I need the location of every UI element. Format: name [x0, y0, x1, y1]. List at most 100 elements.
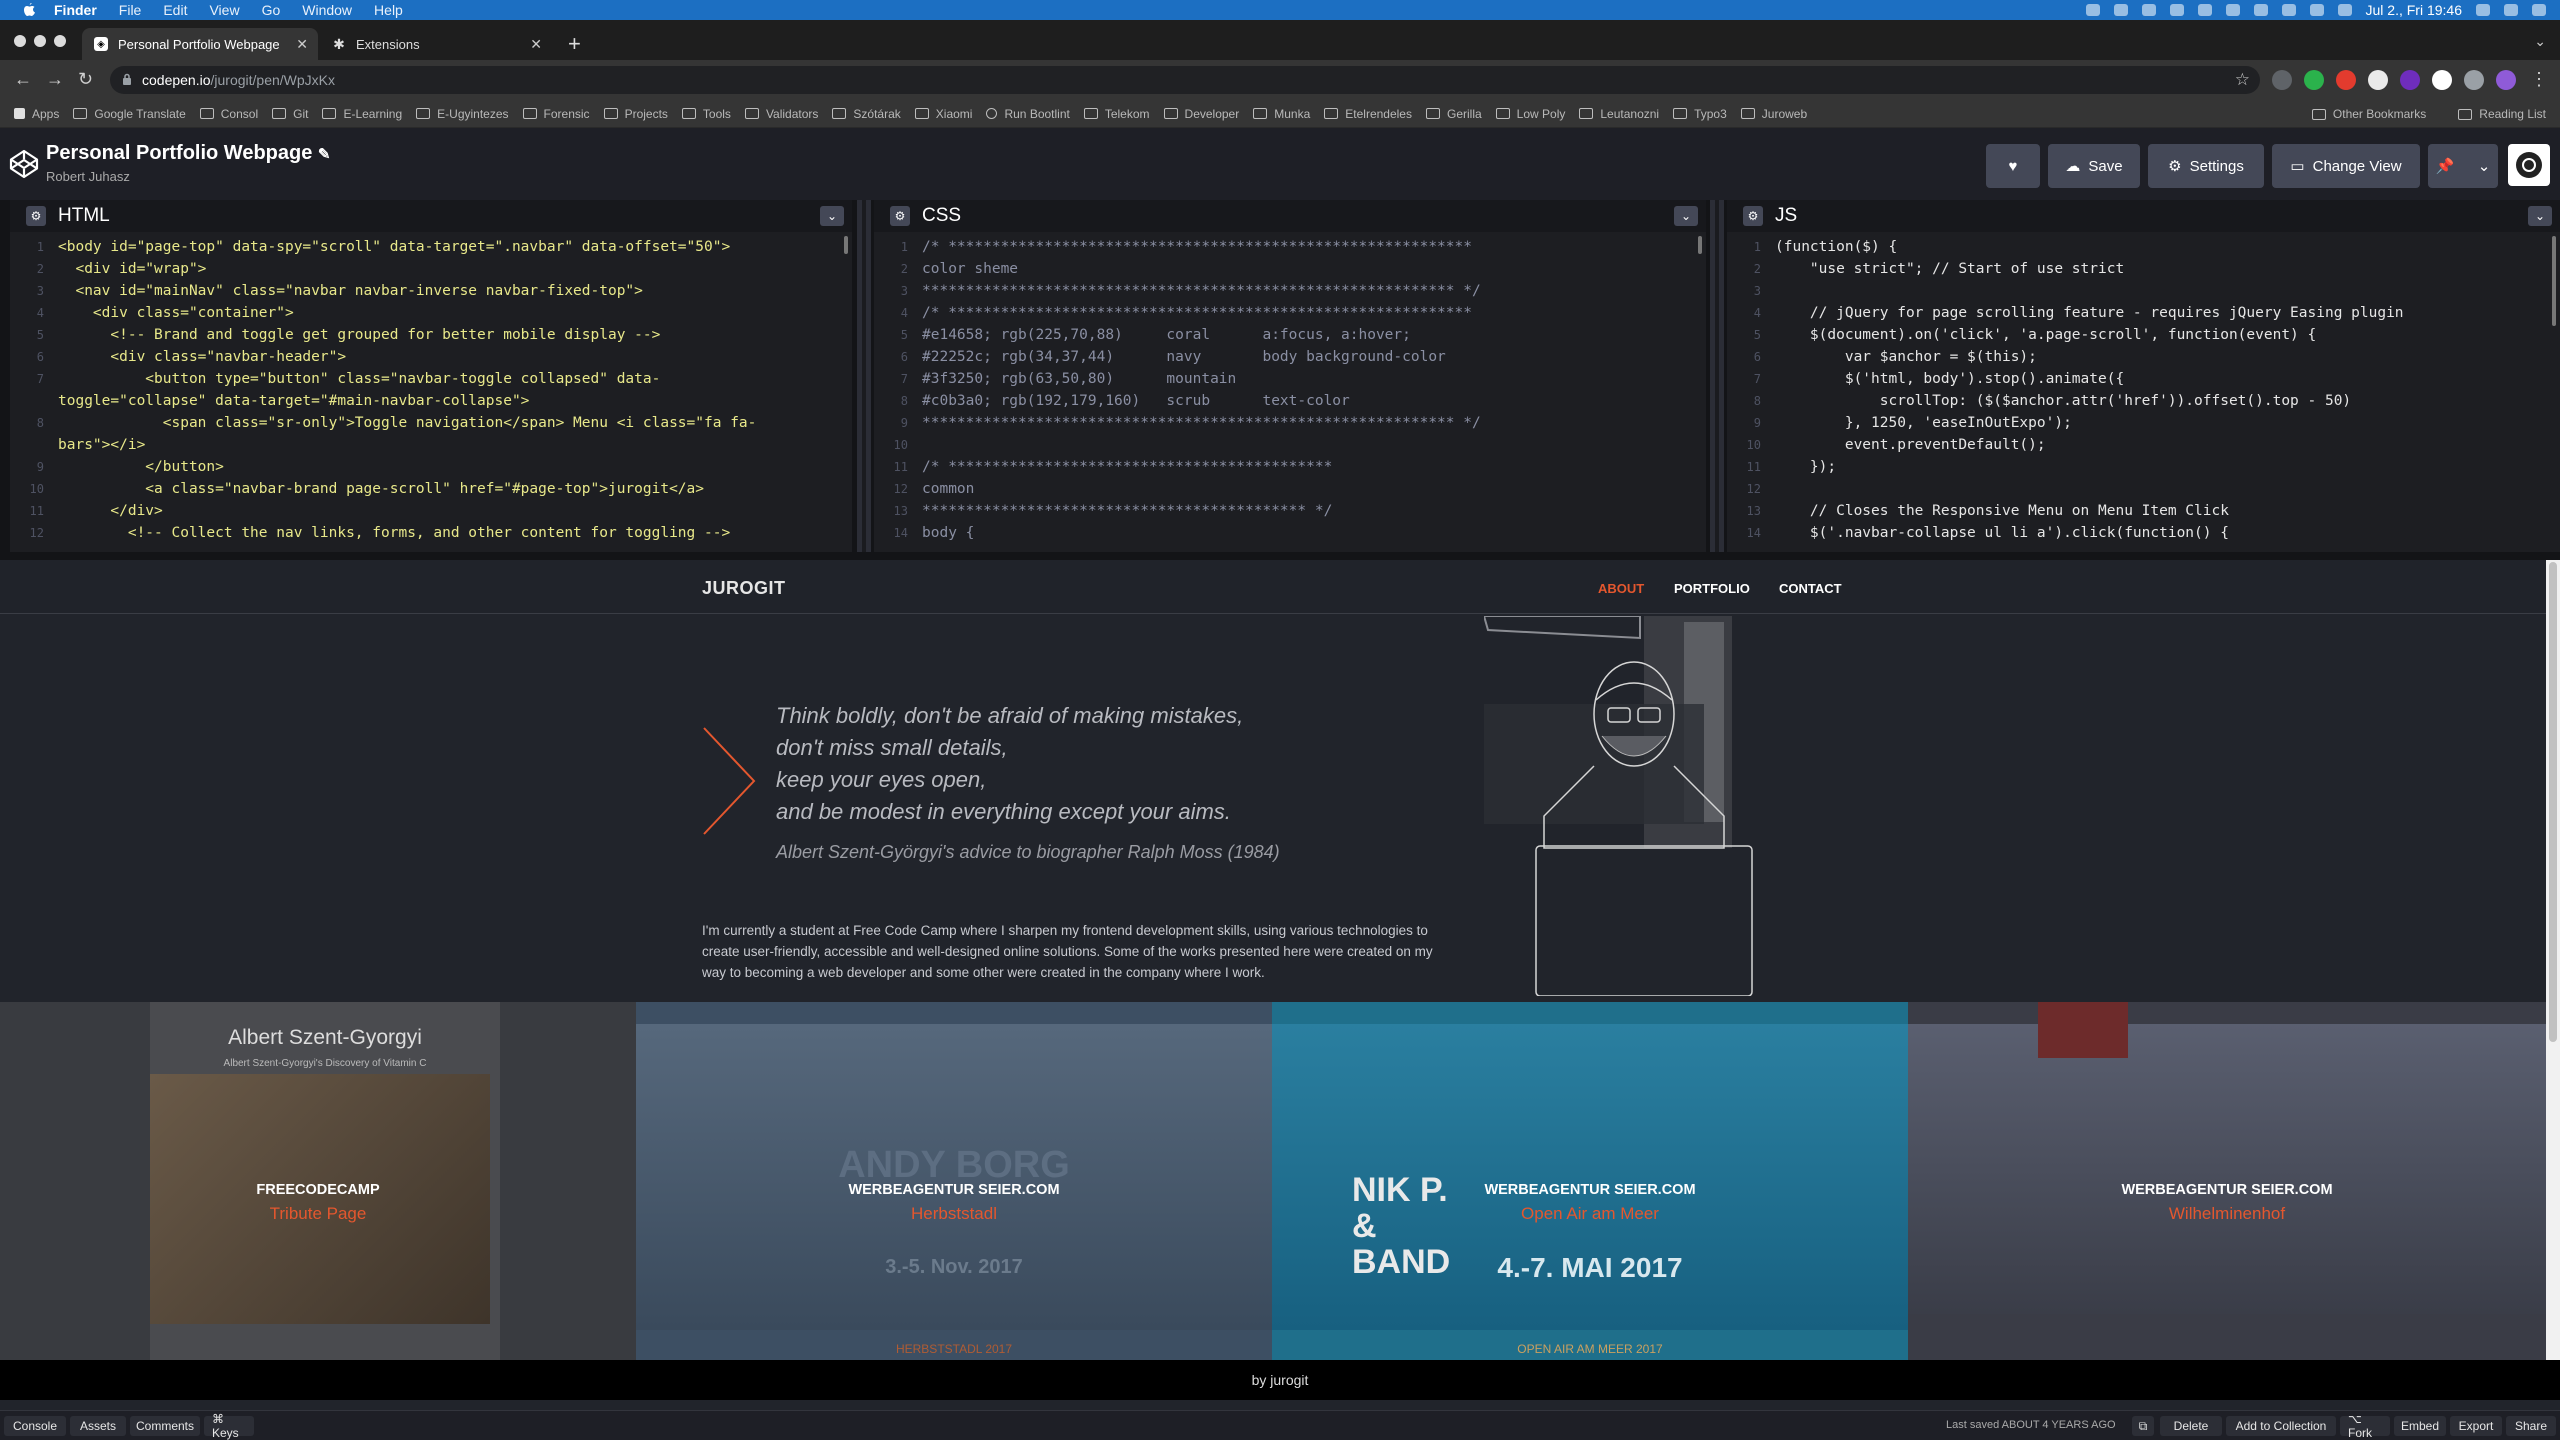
- menu-help[interactable]: Help: [374, 2, 403, 18]
- code-line[interactable]: 2 <div id="wrap">: [10, 258, 852, 280]
- code-line[interactable]: 3 <nav id="mainNav" class="navbar navbar…: [10, 280, 852, 302]
- code-line[interactable]: 11 </div>: [10, 500, 852, 522]
- user-avatar[interactable]: [2508, 144, 2550, 186]
- code-line[interactable]: 9 }, 1250, 'easeInOutExpo');: [1727, 412, 2560, 434]
- pin-button[interactable]: 📌 ⌄: [2428, 144, 2498, 188]
- code-line[interactable]: 2 color sheme: [874, 258, 1706, 280]
- browser-tab[interactable]: ✱ Extensions ✕: [320, 28, 552, 60]
- code-line[interactable]: 8 <span class="sr-only">Toggle navigatio…: [10, 412, 852, 434]
- nav-portfolio[interactable]: PORTFOLIO: [1674, 581, 1750, 596]
- forward-button[interactable]: →: [46, 70, 64, 88]
- nav-about[interactable]: ABOUT: [1598, 581, 1644, 596]
- new-tab-button[interactable]: +: [568, 33, 581, 55]
- code-line[interactable]: 4 /* ************************************…: [874, 302, 1706, 324]
- pane-resize-handle[interactable]: [857, 200, 871, 552]
- code-line[interactable]: 1 /* ************************************…: [874, 236, 1706, 258]
- code-line[interactable]: toggle="collapse" data-target="#main-nav…: [10, 390, 852, 412]
- other-bookmarks[interactable]: Other Bookmarks: [2311, 107, 2426, 121]
- code-line[interactable]: 3 ***************************************…: [874, 280, 1706, 302]
- extension-icon[interactable]: [2432, 70, 2452, 90]
- bookmark-folder[interactable]: E-Learning: [322, 107, 402, 121]
- status-tray-icon[interactable]: [2197, 4, 2212, 16]
- menu-go[interactable]: Go: [262, 2, 281, 18]
- status-tray-icon[interactable]: [2169, 4, 2184, 16]
- control-center-icon[interactable]: [2532, 4, 2546, 16]
- embed-button[interactable]: Embed: [2394, 1416, 2446, 1436]
- bookmark-folder[interactable]: Low Poly: [1495, 107, 1565, 121]
- menubar-clock[interactable]: Jul 2., Fri 19:46: [2366, 2, 2463, 18]
- code-line[interactable]: 1 (function($) {: [1727, 236, 2560, 258]
- codepen-logo-icon[interactable]: [8, 148, 40, 180]
- tab-close-icon[interactable]: ✕: [530, 36, 542, 53]
- menu-finder[interactable]: Finder: [54, 2, 97, 18]
- bookmark-folder[interactable]: Juroweb: [1740, 107, 1807, 121]
- bookmark-star-icon[interactable]: ☆: [2235, 70, 2250, 90]
- code-line[interactable]: 9 ***************************************…: [874, 412, 1706, 434]
- bookmark-folder[interactable]: E-Ugyintezes: [416, 107, 509, 121]
- browser-menu-icon[interactable]: ⋮: [2530, 70, 2548, 88]
- code-line[interactable]: 6 #22252c; rgb(34,37,44) navy body backgr…: [874, 346, 1706, 368]
- js-editor[interactable]: ⚙ JS ⌄ 1 (function($) {2 "use strict"; //…: [1727, 200, 2560, 552]
- delete-button[interactable]: Delete: [2160, 1416, 2222, 1436]
- menu-file[interactable]: File: [119, 2, 142, 18]
- lock-icon[interactable]: [122, 73, 132, 91]
- code-area[interactable]: 1 <body id="page-top" data-spy="scroll" d…: [10, 236, 852, 552]
- code-line[interactable]: 4 // jQuery for page scrolling feature -…: [1727, 302, 2560, 324]
- extension-icon[interactable]: [2368, 70, 2388, 90]
- code-line[interactable]: 9 </button>: [10, 456, 852, 478]
- share-button[interactable]: Share: [2506, 1416, 2556, 1436]
- code-line[interactable]: 5 <!-- Brand and toggle get grouped for …: [10, 324, 852, 346]
- preview-scrollbar[interactable]: [2546, 560, 2560, 1360]
- editor-settings-gear-icon[interactable]: ⚙: [26, 206, 46, 226]
- code-line[interactable]: 11 });: [1727, 456, 2560, 478]
- code-line[interactable]: 12: [1727, 478, 2560, 500]
- bookmark-folder[interactable]: Git: [272, 107, 308, 121]
- code-line[interactable]: 12 <!-- Collect the nav links, forms, an…: [10, 522, 852, 544]
- chevron-down-icon[interactable]: ⌄: [820, 206, 844, 226]
- siri-icon[interactable]: [2504, 4, 2518, 16]
- code-line[interactable]: 11 /* ***********************************…: [874, 456, 1706, 478]
- code-line[interactable]: 14 body {: [874, 522, 1706, 544]
- open-in-new-icon[interactable]: ⧉: [2132, 1416, 2154, 1436]
- edit-pencil-icon[interactable]: ✎: [318, 146, 331, 163]
- editor-settings-gear-icon[interactable]: ⚙: [1743, 206, 1763, 226]
- nav-contact[interactable]: CONTACT: [1779, 581, 1842, 596]
- code-line[interactable]: 14 $('.navbar-collapse ul li a').click(f…: [1727, 522, 2560, 544]
- bookmark-folder[interactable]: Etelrendeles: [1324, 107, 1412, 121]
- flag-icon[interactable]: [2337, 4, 2352, 16]
- chevron-down-icon[interactable]: ⌄: [1674, 206, 1698, 226]
- code-line[interactable]: 2 "use strict"; // Start of use strict: [1727, 258, 2560, 280]
- battery-icon[interactable]: [2309, 4, 2324, 16]
- save-button[interactable]: ☁ Save: [2048, 144, 2140, 188]
- code-line[interactable]: 10 event.preventDefault();: [1727, 434, 2560, 456]
- code-line[interactable]: 8 scrollTop: ($($anchor.attr('href')).of…: [1727, 390, 2560, 412]
- portfolio-tile[interactable]: WERBEAGENTUR SEIER.COM Wilhelminenhof: [1908, 1002, 2546, 1360]
- code-line[interactable]: 3: [1727, 280, 2560, 302]
- bookmark-folder[interactable]: Munka: [1253, 107, 1310, 121]
- volume-icon[interactable]: [2281, 4, 2296, 16]
- extension-icon[interactable]: [2400, 70, 2420, 90]
- heart-button[interactable]: ♥: [1986, 144, 2040, 188]
- editor-scrollbar[interactable]: [1698, 236, 1702, 254]
- bookmark-folder[interactable]: Forensic: [522, 107, 590, 121]
- bookmark-folder[interactable]: Projects: [603, 107, 668, 121]
- code-line[interactable]: 1 <body id="page-top" data-spy="scroll" d…: [10, 236, 852, 258]
- portfolio-tile[interactable]: Albert Szent-Gyorgyi Albert Szent-Gyorgy…: [0, 1002, 636, 1360]
- fork-button[interactable]: ⌥ Fork: [2340, 1412, 2390, 1440]
- extension-icon[interactable]: [2304, 70, 2324, 90]
- code-area[interactable]: 1 /* ************************************…: [874, 236, 1706, 552]
- console-button[interactable]: Console: [4, 1416, 66, 1436]
- css-editor[interactable]: ⚙ CSS ⌄ 1 /* ****************************…: [874, 200, 1706, 552]
- code-line[interactable]: 6 <div class="navbar-header">: [10, 346, 852, 368]
- code-line[interactable]: bars"></i>: [10, 434, 852, 456]
- bookmark-folder[interactable]: Tools: [681, 107, 731, 121]
- code-line[interactable]: 7 #3f3250; rgb(63,50,80) mountain: [874, 368, 1706, 390]
- pen-title[interactable]: Personal Portfolio Webpage ✎: [46, 142, 330, 165]
- bookmark-folder[interactable]: Szótárak: [832, 107, 901, 121]
- add-to-collection-button[interactable]: Add to Collection: [2226, 1416, 2336, 1436]
- apple-icon[interactable]: [22, 3, 36, 17]
- bookmark-folder[interactable]: Consol: [199, 107, 258, 121]
- code-line[interactable]: 5 $(document).on('click', 'a.page-scroll…: [1727, 324, 2560, 346]
- editor-scrollbar[interactable]: [844, 236, 848, 254]
- status-tray-icon[interactable]: [2225, 4, 2240, 16]
